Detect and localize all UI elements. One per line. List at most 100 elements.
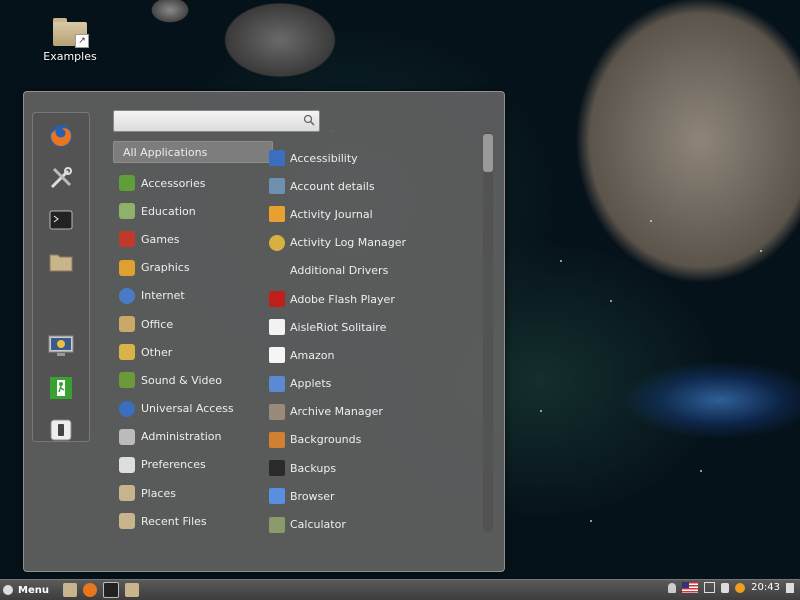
amazon-icon bbox=[269, 347, 285, 364]
solitaire-icon bbox=[269, 319, 285, 336]
app-applets[interactable]: Applets bbox=[269, 370, 474, 398]
category-accessories[interactable]: Accessories bbox=[113, 169, 273, 197]
app-calculator[interactable]: Calculator bbox=[269, 510, 474, 538]
backgrounds-icon bbox=[269, 431, 285, 448]
category-internet[interactable]: Internet bbox=[113, 282, 273, 310]
app-label: Adobe Flash Player bbox=[290, 292, 395, 306]
applets-icon bbox=[269, 375, 285, 392]
system-tray: 20:43 bbox=[668, 582, 794, 593]
app-label: Account details bbox=[290, 179, 375, 193]
show-desktop-icon[interactable] bbox=[62, 583, 77, 597]
app-amazon[interactable]: Amazon bbox=[269, 341, 474, 369]
desktop-icon-label: Examples bbox=[43, 50, 97, 63]
recent-files-folder-icon bbox=[119, 513, 135, 530]
category-universal-access[interactable]: Universal Access bbox=[113, 395, 273, 423]
terminal-launcher-icon[interactable] bbox=[102, 582, 119, 598]
category-all-applications[interactable]: All Applications bbox=[113, 141, 273, 163]
category-education[interactable]: Education bbox=[113, 197, 273, 225]
category-administration[interactable]: Administration bbox=[113, 423, 273, 451]
app-browser[interactable]: Browser bbox=[269, 482, 474, 510]
category-graphics[interactable]: Graphics bbox=[113, 254, 273, 282]
app-label: Additional Drivers bbox=[290, 264, 389, 278]
app-additional-drivers[interactable]: Additional Drivers bbox=[269, 257, 474, 285]
app-backups[interactable]: Backups bbox=[269, 454, 474, 482]
clock[interactable]: 20:43 bbox=[751, 582, 780, 593]
archive-manager-icon bbox=[269, 403, 285, 420]
favorites-bar bbox=[32, 112, 90, 442]
app-adobe-flash-player[interactable]: Adobe Flash Player bbox=[269, 285, 474, 313]
category-label: Education bbox=[141, 204, 196, 218]
category-label: Games bbox=[141, 232, 180, 246]
app-account-details[interactable]: Account details bbox=[269, 172, 474, 200]
files-launcher-icon[interactable] bbox=[124, 583, 139, 597]
app-label: Applets bbox=[290, 377, 332, 391]
calculator-icon bbox=[269, 516, 285, 533]
app-label: Accessibility bbox=[290, 151, 358, 165]
notification-icon[interactable] bbox=[786, 582, 794, 593]
additional-drivers-icon bbox=[269, 263, 285, 279]
category-label: All Applications bbox=[123, 145, 208, 159]
category-label: Accessories bbox=[141, 176, 206, 190]
settings-tools-icon[interactable] bbox=[46, 163, 76, 193]
category-preferences[interactable]: Preferences bbox=[113, 451, 273, 479]
account-details-icon bbox=[269, 178, 285, 195]
category-label: Graphics bbox=[141, 261, 190, 275]
places-folder-icon bbox=[119, 485, 135, 502]
universal-access-icon bbox=[119, 400, 135, 417]
app-aisleriot-solitaire[interactable]: AisleRiot Solitaire bbox=[269, 313, 474, 341]
category-list: All Applications Accessories Education G… bbox=[113, 141, 273, 535]
category-places[interactable]: Places bbox=[113, 479, 273, 507]
user-icon[interactable] bbox=[668, 582, 677, 593]
app-archive-manager[interactable]: Archive Manager bbox=[269, 398, 474, 426]
app-label: Calculator bbox=[290, 518, 346, 532]
brightness-icon[interactable] bbox=[735, 582, 746, 593]
flash-player-icon bbox=[269, 291, 285, 308]
folder-icon: ↗ bbox=[53, 18, 89, 48]
logout-icon[interactable] bbox=[46, 373, 76, 403]
app-label: Backgrounds bbox=[290, 433, 362, 447]
app-activity-journal[interactable]: Activity Journal bbox=[269, 200, 474, 228]
app-list-scrollbar[interactable] bbox=[483, 132, 493, 532]
search-box[interactable] bbox=[113, 110, 320, 132]
category-games[interactable]: Games bbox=[113, 225, 273, 253]
backups-icon bbox=[269, 460, 285, 477]
office-icon bbox=[119, 316, 135, 333]
menu-button[interactable]: Menu bbox=[0, 585, 49, 596]
category-other[interactable]: Other bbox=[113, 338, 273, 366]
search-input[interactable] bbox=[114, 111, 298, 129]
app-activity-log-manager[interactable]: Activity Log Manager bbox=[269, 229, 474, 257]
lock-screen-icon[interactable] bbox=[46, 331, 76, 361]
browser-icon bbox=[269, 488, 285, 505]
graphics-icon bbox=[119, 259, 135, 276]
files-folder-icon[interactable] bbox=[46, 247, 76, 277]
app-accessibility[interactable]: Accessibility bbox=[269, 144, 474, 172]
firefox-icon[interactable] bbox=[46, 121, 76, 151]
preferences-icon bbox=[119, 456, 135, 473]
app-label: Activity Journal bbox=[290, 207, 373, 221]
search-icon bbox=[303, 114, 315, 126]
app-backgrounds[interactable]: Backgrounds bbox=[269, 426, 474, 454]
accessories-icon bbox=[119, 175, 135, 192]
window-list-icon[interactable] bbox=[704, 582, 716, 593]
terminal-icon[interactable] bbox=[46, 205, 76, 235]
volume-icon[interactable] bbox=[721, 582, 730, 593]
link-badge-icon: ↗ bbox=[75, 34, 89, 48]
category-sound-video[interactable]: Sound & Video bbox=[113, 366, 273, 394]
category-office[interactable]: Office bbox=[113, 310, 273, 338]
app-label: Backups bbox=[290, 461, 337, 475]
firefox-launcher-icon[interactable] bbox=[82, 583, 97, 597]
games-icon bbox=[119, 231, 135, 248]
scrollbar-thumb[interactable] bbox=[483, 134, 493, 172]
category-label: Administration bbox=[141, 430, 222, 444]
sound-video-icon bbox=[119, 372, 135, 389]
app-label: AisleRiot Solitaire bbox=[290, 320, 387, 334]
category-recent-files[interactable]: Recent Files bbox=[113, 507, 273, 535]
activity-log-manager-icon bbox=[269, 234, 285, 251]
desktop-icon-examples[interactable]: ↗ Examples bbox=[42, 18, 98, 63]
category-label: Recent Files bbox=[141, 514, 207, 528]
category-label: Internet bbox=[141, 289, 185, 303]
us-flag-icon[interactable] bbox=[682, 582, 699, 593]
taskbar: Menu 20:43 bbox=[0, 579, 800, 600]
shutdown-icon[interactable] bbox=[46, 415, 76, 445]
menu-label: Menu bbox=[18, 584, 49, 596]
